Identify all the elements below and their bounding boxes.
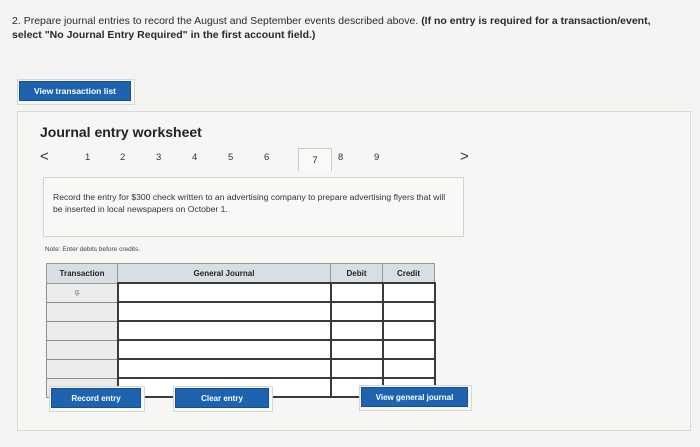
- question-text: 2. Prepare journal entries to record the…: [12, 14, 652, 42]
- transaction-cell: [46, 339, 118, 360]
- page-7-active[interactable]: 7: [298, 148, 332, 171]
- header-transaction: Transaction: [46, 263, 118, 284]
- worksheet-title: Journal entry worksheet: [40, 124, 202, 140]
- credit-input[interactable]: [381, 339, 436, 360]
- page-2[interactable]: 2: [120, 152, 125, 163]
- page-1[interactable]: 1: [85, 152, 90, 163]
- table-row: [46, 301, 436, 322]
- credit-input[interactable]: [381, 358, 436, 379]
- header-credit: Credit: [382, 263, 435, 284]
- account-input[interactable]: [116, 339, 332, 360]
- journal-table: Transaction General Journal Debit Credit…: [46, 263, 436, 398]
- debit-input[interactable]: [329, 282, 384, 303]
- page-5[interactable]: 5: [228, 152, 233, 163]
- table-row: [46, 358, 436, 379]
- header-debit: Debit: [330, 263, 383, 284]
- transaction-cell: [46, 320, 118, 341]
- transaction-description-box: Record the entry for $300 check written …: [43, 177, 464, 237]
- debit-input[interactable]: [329, 301, 384, 322]
- credit-input[interactable]: [381, 282, 436, 303]
- credit-input[interactable]: [381, 301, 436, 322]
- account-input[interactable]: [116, 301, 332, 322]
- transaction-description: Record the entry for $300 check written …: [53, 192, 446, 214]
- header-general-journal: General Journal: [117, 263, 331, 284]
- account-input[interactable]: [116, 358, 332, 379]
- table-row: [46, 320, 436, 341]
- prev-arrow-icon[interactable]: <: [40, 148, 49, 165]
- debit-input[interactable]: [329, 358, 384, 379]
- table-row: g.: [46, 282, 436, 303]
- record-entry-button[interactable]: Record entry: [52, 389, 140, 407]
- debit-input[interactable]: [329, 320, 384, 341]
- question-body: Prepare journal entries to record the Au…: [23, 15, 419, 27]
- transaction-cell: [46, 358, 118, 379]
- page-3[interactable]: 3: [156, 152, 161, 163]
- note-text: Note: Enter debits before credits.: [45, 246, 141, 253]
- account-input[interactable]: [116, 282, 332, 303]
- view-transaction-list-button[interactable]: View transaction list: [20, 82, 130, 100]
- transaction-cell: [46, 301, 118, 322]
- transaction-pager: < 1 2 3 4 5 6 7 8 9 >: [32, 148, 672, 174]
- table-header-row: Transaction General Journal Debit Credit: [46, 263, 435, 284]
- transaction-cell: g.: [46, 282, 118, 303]
- table-row: [46, 339, 436, 360]
- clear-entry-button[interactable]: Clear entry: [176, 389, 268, 407]
- credit-input[interactable]: [381, 320, 436, 341]
- page-9[interactable]: 9: [374, 152, 379, 163]
- debit-input[interactable]: [329, 339, 384, 360]
- page-6[interactable]: 6: [264, 152, 269, 163]
- page-4[interactable]: 4: [192, 152, 197, 163]
- view-general-journal-button[interactable]: View general journal: [362, 388, 467, 406]
- question-number: 2.: [12, 15, 21, 27]
- journal-entry-worksheet: Journal entry worksheet < 1 2 3 4 5 6 7 …: [17, 111, 691, 431]
- account-input[interactable]: [116, 320, 332, 341]
- next-arrow-icon[interactable]: >: [460, 148, 469, 165]
- page-8[interactable]: 8: [338, 152, 343, 163]
